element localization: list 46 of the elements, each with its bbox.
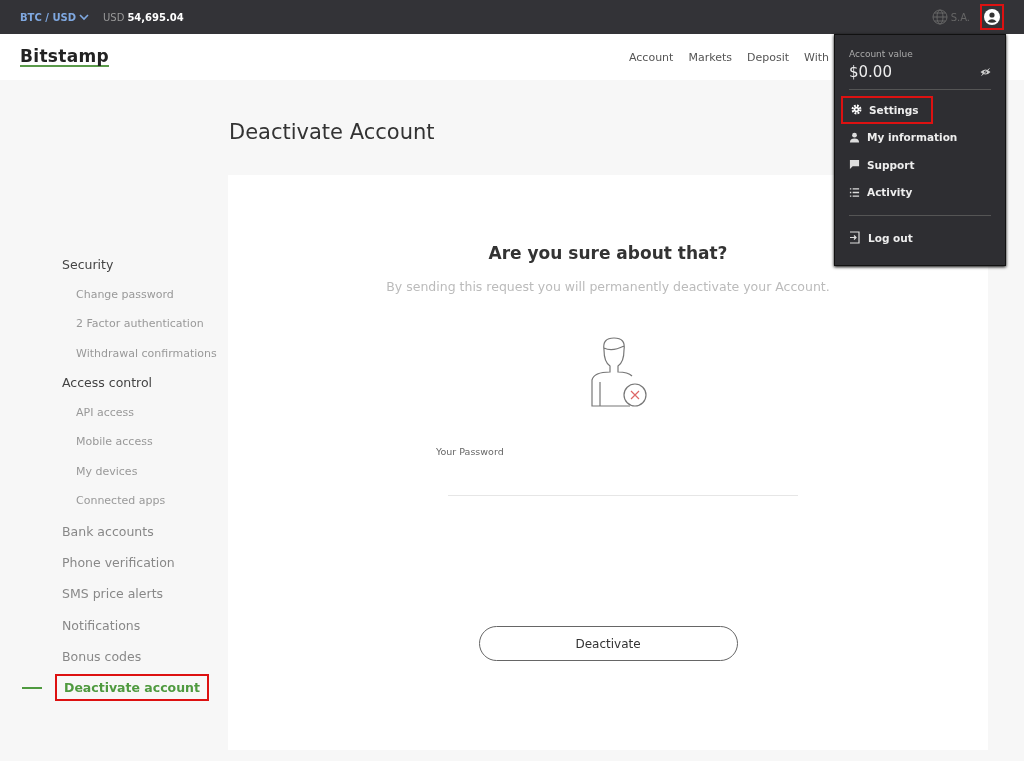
sidebar-item[interactable]: Security	[55, 253, 121, 277]
menu-item[interactable]: My information	[845, 123, 962, 151]
sidebar-item[interactable]: SMS price alerts	[55, 582, 171, 606]
nav-link[interactable]: Markets	[688, 50, 732, 64]
menu-item[interactable]: Settings	[841, 96, 933, 124]
account-value: $0.00	[849, 63, 892, 81]
nav-link[interactable]: Deposit	[746, 50, 789, 64]
person-icon	[849, 131, 860, 143]
sidebar-item[interactable]: My devices	[69, 460, 145, 482]
sidebar-item[interactable]: Access control	[55, 371, 160, 395]
currency-label: USD	[103, 11, 125, 23]
menu-item[interactable]: Activity	[845, 178, 917, 206]
sidebar-item[interactable]: Bonus codes	[55, 644, 149, 668]
user-icon	[984, 9, 1000, 25]
menu-item[interactable]: Log out	[845, 224, 917, 252]
list-icon	[849, 186, 860, 198]
eye-hidden-icon[interactable]	[980, 68, 991, 76]
password-label: Your Password	[436, 446, 504, 457]
sidebar-item[interactable]: 2 Factor authentication	[69, 313, 211, 335]
sidebar-item[interactable]: Notifications	[55, 613, 148, 637]
nav-link[interactable]: With	[804, 50, 829, 64]
sidebar-item[interactable]: Change password	[69, 283, 181, 305]
sidebar-item[interactable]: Deactivate account	[55, 674, 209, 702]
price-value: 54,695.04	[127, 11, 184, 23]
gear-icon	[851, 104, 862, 116]
warning-text: By sending this request you will permanently deactivate your Account.	[386, 279, 830, 294]
person-remove-drawing	[590, 336, 648, 408]
sidebar-item[interactable]: Mobile access	[69, 431, 160, 453]
currency-pair-selector[interactable]: BTC / USD	[20, 11, 90, 23]
page-title: Deactivate Account	[229, 120, 435, 146]
account-value-label: Account value	[849, 49, 914, 59]
globe-icon	[931, 9, 948, 25]
user-menu-button[interactable]	[980, 4, 1004, 30]
chevron-down-icon	[79, 13, 90, 21]
menu-item[interactable]: Support	[845, 151, 919, 179]
confirmation-heading: Are you sure about that?	[488, 243, 728, 263]
deactivate-button[interactable]: Deactivate	[478, 626, 738, 661]
bitstamp-logo[interactable]: Bitstamp	[20, 47, 109, 67]
chat-icon	[849, 159, 860, 171]
logout-icon	[849, 231, 861, 245]
nav-link[interactable]: Account	[629, 50, 674, 64]
sidebar-item[interactable]: Withdrawal confirmations	[69, 342, 224, 364]
sidebar-item[interactable]: Phone verification	[55, 550, 182, 574]
sidebar-item[interactable]: Connected apps	[69, 490, 173, 512]
sidebar-item[interactable]: Bank accounts	[55, 519, 161, 543]
sidebar-item[interactable]: API access	[69, 401, 141, 423]
